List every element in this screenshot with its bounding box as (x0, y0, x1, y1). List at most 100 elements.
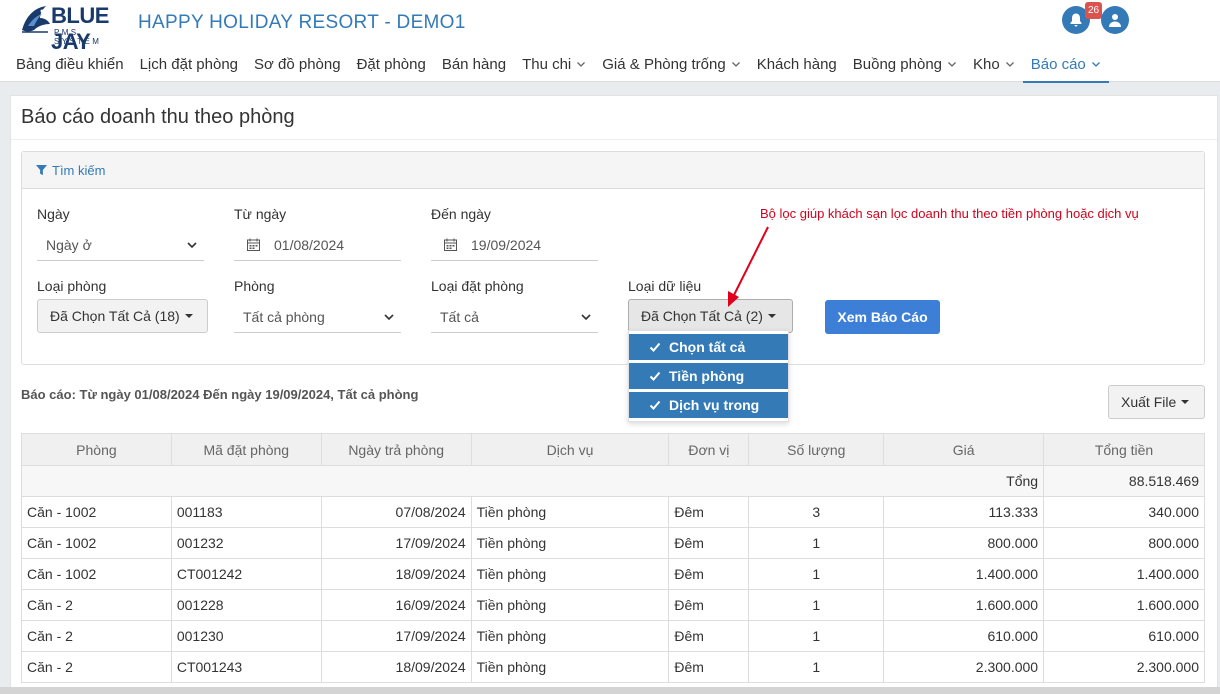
from-date-input[interactable]: 01/08/2024 (234, 229, 401, 261)
check-icon (649, 371, 661, 381)
user-menu-button[interactable] (1101, 6, 1129, 34)
room-label: Phòng (234, 278, 275, 294)
table-cell: 610.000 (883, 620, 1045, 652)
export-file-button[interactable]: Xuất File (1108, 385, 1205, 419)
table-cell: 17/09/2024 (320, 620, 472, 652)
bell-icon (1070, 13, 1082, 27)
nav-item-8[interactable]: Buồng phòng (845, 46, 965, 82)
view-report-button[interactable]: Xem Báo Cáo (825, 300, 940, 334)
export-label: Xuất File (1121, 394, 1177, 410)
horizontal-scrollbar[interactable] (0, 687, 1220, 694)
table-cell: 2.300.000 (883, 651, 1045, 683)
table-cell: 16/09/2024 (320, 589, 472, 621)
nav-item-0[interactable]: Bảng điều khiển (8, 46, 132, 82)
page-title: Báo cáo doanh thu theo phòng (21, 106, 295, 128)
nav-item-10[interactable]: Báo cáo (1022, 46, 1109, 83)
table-row[interactable]: Căn - 2 001230 17/09/2024 Tiền phòng Đêm 1 610… (21, 620, 1205, 652)
table-cell: 800.000 (1043, 527, 1205, 559)
chevron-down-icon (577, 62, 586, 67)
table-row[interactable]: Căn - 1002 001232 17/09/2024 Tiền phòng Đêm 1… (21, 527, 1205, 559)
table-cell: 1 (748, 651, 885, 683)
table-row[interactable]: Căn - 2 CT001243 18/09/2024 Tiền phòng Đêm 1 2… (21, 651, 1205, 683)
data-type-dropdown-menu: Chọn tất cả Tiền phòng Dịch vụ trong (628, 330, 789, 422)
table-cell: 340.000 (1043, 496, 1205, 528)
date-type-value: Ngày ở (46, 236, 92, 253)
table-cell: 001232 (170, 527, 322, 559)
table-cell: Đêm (668, 527, 750, 559)
table-cell: Căn - 2 (21, 589, 172, 621)
nav-item-1[interactable]: Lịch đặt phòng (132, 46, 246, 82)
table-cell: 18/09/2024 (320, 651, 472, 683)
table-cell: Đêm (668, 558, 750, 590)
table-cell: Tiền phòng (470, 496, 670, 528)
data-type-option-2[interactable]: Dịch vụ trong (629, 392, 788, 418)
booking-type-select[interactable]: Tất cả (431, 301, 598, 333)
column-header-0[interactable]: Phòng (21, 433, 172, 466)
report-panel: Báo cáo doanh thu theo phòng Tìm kiếm Ng… (10, 95, 1218, 694)
nav-item-2[interactable]: Sơ đồ phòng (246, 46, 349, 82)
room-type-multiselect[interactable]: Đã Chọn Tất Cả (18) (37, 299, 208, 333)
table-cell: 1 (748, 527, 885, 559)
column-header-5[interactable]: Số lượng (748, 433, 885, 466)
date-type-label: Ngày (37, 206, 70, 222)
from-date-label: Từ ngày (234, 206, 287, 222)
table-header-row: Phòng Mã đặt phòng Ngày trả phòng Dịch vụ Đơ… (21, 433, 1205, 466)
nav-item-6[interactable]: Giá & Phòng trống (594, 46, 748, 82)
nav-item-9[interactable]: Kho (965, 46, 1023, 82)
chevron-down-icon (1091, 62, 1100, 67)
column-header-4[interactable]: Đơn vị (668, 433, 750, 466)
caret-down-icon (767, 314, 776, 318)
column-header-2[interactable]: Ngày trả phòng (320, 433, 472, 466)
from-date-value: 01/08/2024 (274, 236, 345, 253)
table-cell: Tiền phòng (470, 527, 670, 559)
nav-item-3[interactable]: Đặt phòng (349, 46, 434, 82)
table-cell: 001183 (170, 496, 322, 528)
notifications-button[interactable]: 26 (1062, 2, 1102, 34)
column-header-1[interactable]: Mã đặt phòng (170, 433, 322, 466)
table-cell: 001230 (170, 620, 322, 652)
blue-jay-bird-icon (22, 6, 50, 33)
table-cell: Tiền phòng (470, 589, 670, 621)
search-header-label: Tìm kiếm (52, 162, 106, 178)
data-type-option-1[interactable]: Tiền phòng (629, 363, 788, 389)
data-type-value: Đã Chọn Tất Cả (2) (641, 308, 763, 324)
column-header-7[interactable]: Tổng tiền (1043, 433, 1205, 466)
brand-logo[interactable]: BLUE JAY PMS SYSTEM (18, 2, 128, 54)
to-date-input[interactable]: 19/09/2024 (431, 229, 598, 261)
nav-item-label: Đặt phòng (356, 55, 426, 73)
column-header-3[interactable]: Dịch vụ (470, 433, 670, 466)
table-cell: Đêm (668, 496, 750, 528)
table-cell: 18/09/2024 (320, 558, 472, 590)
nav-item-4[interactable]: Bán hàng (434, 46, 514, 82)
table-row[interactable]: Căn - 1002 CT001242 18/09/2024 Tiền phòng Đê… (21, 558, 1205, 590)
revenue-table: Phòng Mã đặt phòng Ngày trả phòng Dịch vụ Đơ… (20, 433, 1205, 683)
table-cell: 2.300.000 (1043, 651, 1205, 683)
table-cell: 800.000 (883, 527, 1045, 559)
annotation-text: Bộ lọc giúp khách sạn lọc doanh thu theo… (760, 206, 1139, 221)
app-header: BLUE JAY PMS SYSTEM HAPPY HOLIDAY RESORT… (0, 0, 1220, 83)
table-row[interactable]: Căn - 1002 001183 07/08/2024 Tiền phòng Đêm 3… (21, 496, 1205, 528)
table-cell: Tiền phòng (470, 620, 670, 652)
table-cell: 001228 (170, 589, 322, 621)
column-header-6[interactable]: Giá (883, 433, 1045, 466)
option-label: Dịch vụ trong (669, 397, 760, 413)
room-value: Tất cả phòng (243, 308, 325, 325)
report-summary: Báo cáo: Từ ngày 01/08/2024 Đến ngày 19/… (21, 387, 419, 402)
data-type-option-0[interactable]: Chọn tất cả (629, 334, 788, 360)
nav-item-7[interactable]: Khách hàng (749, 46, 845, 82)
table-row[interactable]: Căn - 2 001228 16/09/2024 Tiền phòng Đêm 1 1.6… (21, 589, 1205, 621)
booking-type-label: Loại đặt phòng (431, 278, 524, 294)
date-type-select[interactable]: Ngày ở (37, 229, 204, 261)
table-cell: Đêm (668, 620, 750, 652)
table-cell: Căn - 1002 (21, 496, 172, 528)
room-select[interactable]: Tất cả phòng (234, 301, 401, 333)
search-header[interactable]: Tìm kiếm (22, 152, 1204, 189)
table-cell: Tiền phòng (470, 558, 670, 590)
table-cell: 07/08/2024 (320, 496, 472, 528)
nav-item-5[interactable]: Thu chi (514, 46, 594, 82)
chevron-down-icon (581, 314, 591, 321)
table-cell: Tiền phòng (470, 651, 670, 683)
chevron-down-icon (731, 62, 740, 67)
filter-icon (36, 164, 47, 175)
title-divider (11, 139, 1217, 140)
